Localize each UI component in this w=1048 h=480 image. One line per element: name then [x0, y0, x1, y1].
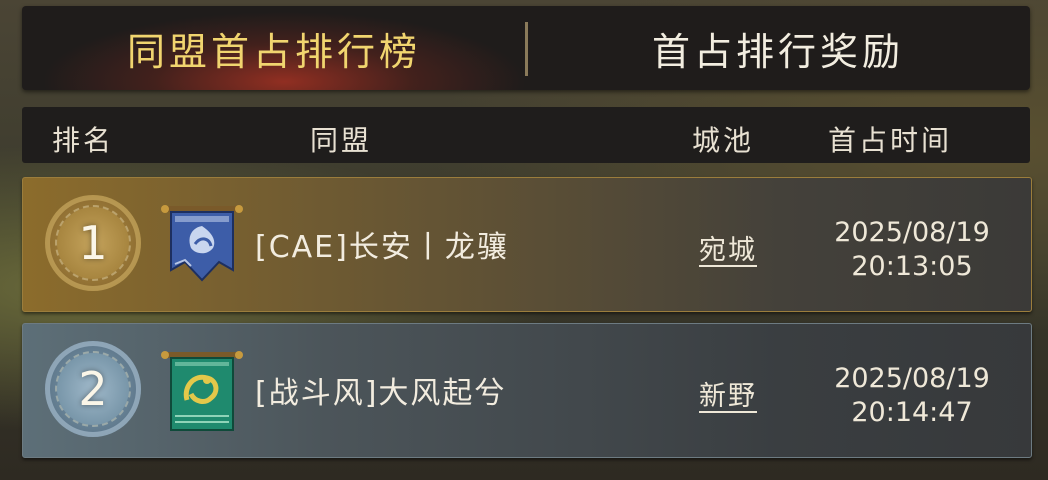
city-link[interactable]: 宛城: [699, 228, 757, 267]
tab-label: 首占排行奖励: [651, 29, 904, 74]
alliance-name: [CAE]长安丨龙骧: [255, 230, 509, 265]
first-capture-time: 2025/08/19 20:13:05: [807, 216, 1017, 284]
alliance-name: [战斗风]大风起兮: [255, 376, 507, 411]
ranking-row[interactable]: 2 [战斗风]大风起兮 新野 2025/08/19 20:14:47: [22, 323, 1032, 458]
ranking-row[interactable]: 1 [CAE]长安丨龙骧 宛城 2025/08/19 20:13:05: [22, 177, 1032, 312]
rank-number: 2: [78, 362, 108, 416]
first-capture-time: 2025/08/19 20:14:47: [807, 362, 1017, 430]
green-dragon-banner-icon: [161, 351, 243, 431]
rank-number: 1: [78, 216, 108, 270]
header-rank: 排名: [52, 124, 115, 157]
header-alliance: 同盟: [310, 124, 373, 157]
capture-date: 2025/08/19: [834, 217, 990, 248]
city-link[interactable]: 新野: [699, 374, 757, 413]
gold-medal-icon: 1: [45, 195, 141, 291]
capture-clock: 20:13:05: [851, 251, 973, 282]
tab-first-capture-rewards[interactable]: 首占排行奖励: [526, 6, 1030, 90]
capture-date: 2025/08/19: [834, 363, 990, 394]
header-city: 城池: [692, 124, 755, 157]
silver-medal-icon: 2: [45, 341, 141, 437]
header-first-time: 首占时间: [828, 124, 953, 157]
tab-label: 同盟首占排行榜: [126, 29, 421, 74]
tab-alliance-first-capture-ranking[interactable]: 同盟首占排行榜: [22, 6, 526, 90]
tab-bar: 同盟首占排行榜 首占排行奖励: [22, 6, 1030, 90]
capture-clock: 20:14:47: [851, 397, 973, 428]
ranking-table-header: 排名 同盟 城池 首占时间: [22, 107, 1030, 163]
blue-phoenix-banner-icon: [161, 205, 243, 282]
